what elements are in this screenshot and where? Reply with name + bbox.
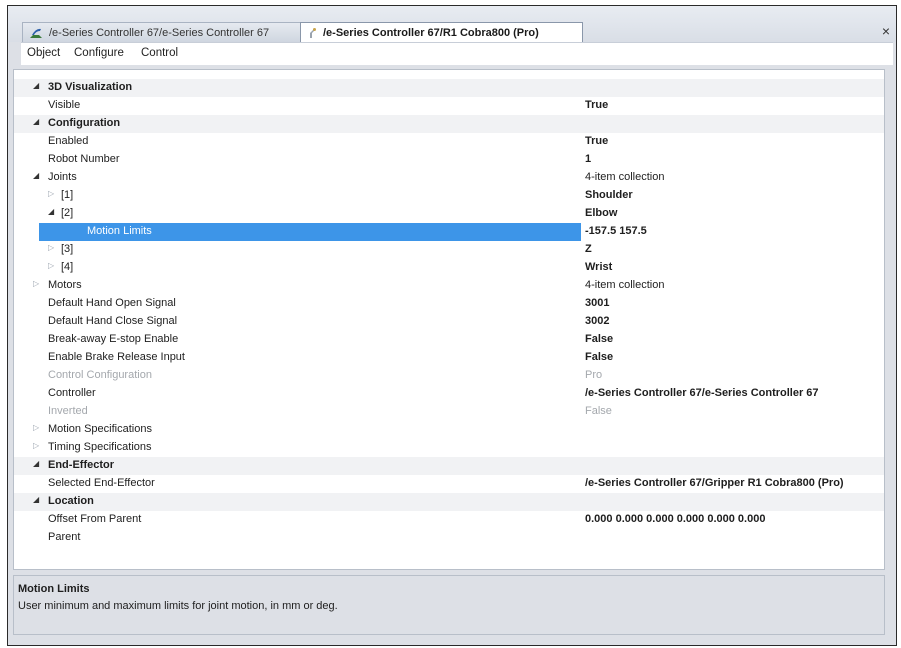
row-value[interactable]: -157.5 157.5 xyxy=(585,225,647,237)
row-label: Controller xyxy=(48,387,96,399)
property-row-motion-specifications[interactable]: ▷ Motion Specifications xyxy=(14,421,884,439)
property-row-motion-limits[interactable]: Motion Limits -157.5 157.5 xyxy=(14,223,884,241)
row-label: [4] xyxy=(61,261,74,273)
row-label: Inverted xyxy=(48,405,88,417)
row-value[interactable]: True xyxy=(585,99,608,111)
property-row-hand-open-signal[interactable]: Default Hand Open Signal 3001 xyxy=(14,295,884,313)
row-value[interactable]: Z xyxy=(585,243,592,255)
property-row-joint-4[interactable]: ▷ [4] Wrist xyxy=(14,259,884,277)
property-row-hand-close-signal[interactable]: Default Hand Close Signal 3002 xyxy=(14,313,884,331)
row-label: 3D Visualization xyxy=(48,81,133,93)
row-label: Joints xyxy=(48,171,77,183)
description-text: User minimum and maximum limits for join… xyxy=(18,600,338,612)
row-label: Enabled xyxy=(48,135,89,147)
row-label: Default Hand Open Signal xyxy=(48,297,176,309)
controller-icon xyxy=(29,27,43,39)
tab-robot[interactable]: /e-Series Controller 67/R1 Cobra800 (Pro… xyxy=(300,22,583,42)
row-value[interactable]: 4-item collection xyxy=(585,171,664,183)
row-label: Motion Specifications xyxy=(48,423,152,435)
description-panel: Motion Limits User minimum and maximum l… xyxy=(13,575,885,635)
row-label: Configuration xyxy=(48,117,121,129)
property-row-selected-end-effector[interactable]: Selected End-Effector /e-Series Controll… xyxy=(14,475,884,493)
category-location[interactable]: ◢ Location xyxy=(14,493,884,511)
menu-configure[interactable]: Configure xyxy=(74,47,124,59)
property-row-breakaway-estop[interactable]: Break-away E-stop Enable False xyxy=(14,331,884,349)
row-label: [2] xyxy=(61,207,74,219)
menu-object[interactable]: Object xyxy=(27,47,60,59)
row-value: Pro xyxy=(585,369,603,381)
row-label: Parent xyxy=(48,531,81,543)
row-label: Offset From Parent xyxy=(48,513,142,525)
row-value[interactable]: 4-item collection xyxy=(585,279,664,291)
row-label: [1] xyxy=(61,189,74,201)
row-label: Control Configuration xyxy=(48,369,152,381)
property-row-joint-1[interactable]: ▷ [1] Shoulder xyxy=(14,187,884,205)
row-value[interactable]: Elbow xyxy=(585,207,617,219)
property-row-visible[interactable]: Visible True xyxy=(14,97,884,115)
row-label: Location xyxy=(48,495,94,507)
description-title: Motion Limits xyxy=(18,583,90,595)
category-3d-visualization[interactable]: ◢ 3D Visualization xyxy=(14,79,884,97)
row-label: Robot Number xyxy=(48,153,120,165)
row-label: Break-away E-stop Enable xyxy=(48,333,179,345)
row-value[interactable]: 1 xyxy=(585,153,591,165)
robot-arm-icon xyxy=(307,27,317,39)
property-grid: ◢ 3D Visualization Visible True ◢ Config… xyxy=(13,69,885,570)
property-row-joints[interactable]: ◢ Joints 4-item collection xyxy=(14,169,884,187)
row-label: Enable Brake Release Input xyxy=(48,351,185,363)
property-row-control-configuration: Control Configuration Pro xyxy=(14,367,884,385)
row-value[interactable]: False xyxy=(585,351,613,363)
tab-controller-label: /e-Series Controller 67/e-Series Control… xyxy=(49,26,270,39)
property-row-brake-release-input[interactable]: Enable Brake Release Input False xyxy=(14,349,884,367)
property-row-inverted: Inverted False xyxy=(14,403,884,421)
close-icon[interactable]: × xyxy=(882,23,890,39)
row-label: End-Effector xyxy=(48,459,114,471)
row-label: Default Hand Close Signal xyxy=(48,315,178,327)
property-row-offset-from-parent[interactable]: Offset From Parent 0.000 0.000 0.000 0.0… xyxy=(14,511,884,529)
row-value[interactable]: 3002 xyxy=(585,315,609,327)
property-row-parent[interactable]: Parent xyxy=(14,529,884,547)
tab-robot-label: /e-Series Controller 67/R1 Cobra800 (Pro… xyxy=(323,26,539,39)
row-value[interactable]: /e-Series Controller 67/e-Series Control… xyxy=(585,387,819,399)
property-row-robot-number[interactable]: Robot Number 1 xyxy=(14,151,884,169)
property-row-joint-2[interactable]: ◢ [2] Elbow xyxy=(14,205,884,223)
tab-controller[interactable]: /e-Series Controller 67/e-Series Control… xyxy=(22,22,301,42)
row-value[interactable]: 0.000 0.000 0.000 0.000 0.000 0.000 xyxy=(585,513,765,525)
row-value[interactable]: /e-Series Controller 67/Gripper R1 Cobra… xyxy=(585,477,844,489)
row-value[interactable]: 3001 xyxy=(585,297,609,309)
row-label: Motion Limits xyxy=(87,225,152,237)
row-label: Visible xyxy=(48,99,81,111)
row-value[interactable]: False xyxy=(585,333,613,345)
row-label: Timing Specifications xyxy=(48,441,152,453)
property-row-timing-specifications[interactable]: ▷ Timing Specifications xyxy=(14,439,884,457)
category-end-effector[interactable]: ◢ End-Effector xyxy=(14,457,884,475)
row-value[interactable]: Shoulder xyxy=(585,189,633,201)
row-label: Selected End-Effector xyxy=(48,477,155,489)
row-value[interactable]: Wrist xyxy=(585,261,612,273)
row-value[interactable]: True xyxy=(585,135,608,147)
row-label: Motors xyxy=(48,279,82,291)
property-row-joint-3[interactable]: ▷ [3] Z xyxy=(14,241,884,259)
row-label: [3] xyxy=(61,243,74,255)
property-row-controller[interactable]: Controller /e-Series Controller 67/e-Ser… xyxy=(14,385,884,403)
menu-control[interactable]: Control xyxy=(141,47,178,59)
row-value: False xyxy=(585,405,612,417)
category-configuration[interactable]: ◢ Configuration xyxy=(14,115,884,133)
property-row-motors[interactable]: ▷ Motors 4-item collection xyxy=(14,277,884,295)
property-row-enabled[interactable]: Enabled True xyxy=(14,133,884,151)
tab-bar: /e-Series Controller 67/e-Series Control… xyxy=(8,6,896,42)
menu-bar: Object Configure Control xyxy=(21,42,893,65)
